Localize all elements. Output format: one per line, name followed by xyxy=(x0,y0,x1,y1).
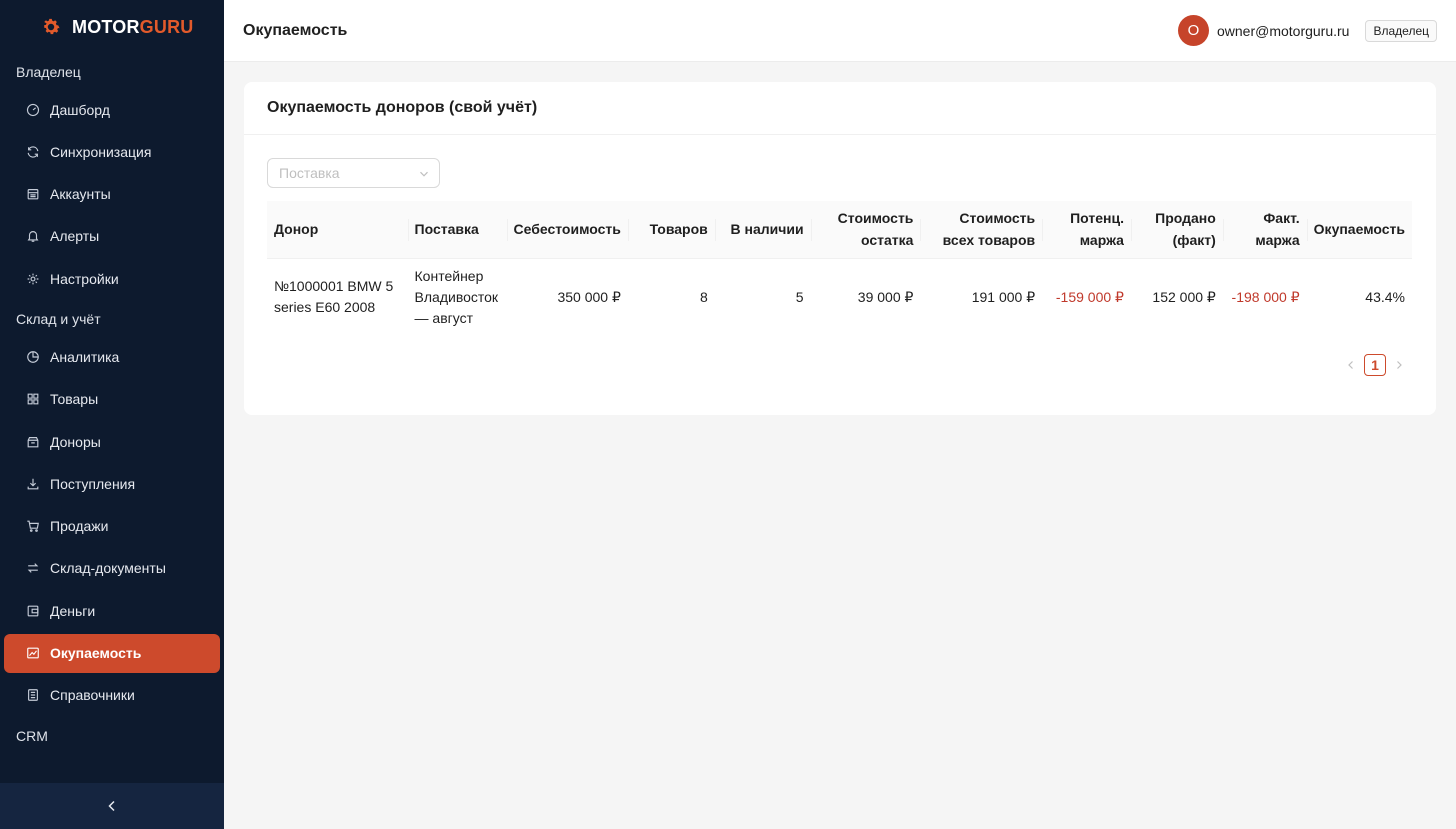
cell-potential-margin: -159 000 ₽ xyxy=(1055,288,1124,305)
sidebar-item-accounts[interactable]: Аккаунты xyxy=(4,175,220,214)
user-email: owner@motorguru.ru xyxy=(1216,22,1350,39)
sidebar-item-references[interactable]: Справочники xyxy=(4,676,220,715)
accounts-icon xyxy=(27,189,39,200)
table-header-row: Донор Поставка Себестоимость Товаров В н… xyxy=(267,201,1412,259)
sidebar-item-dashboard[interactable]: Дашборд xyxy=(4,90,220,129)
supply-filter-select[interactable]: Поставка xyxy=(267,158,440,188)
section-owner: Владелец xyxy=(16,64,81,80)
dashboard-icon xyxy=(26,103,40,116)
supply-filter-placeholder: Поставка xyxy=(279,165,340,181)
user-menu[interactable]: O owner@motorguru.ru Владелец xyxy=(1177,15,1437,46)
payback-table: Донор Поставка Себестоимость Товаров В н… xyxy=(267,201,1412,336)
sidebar-item-sync[interactable]: Синхронизация xyxy=(4,132,220,171)
col-fact-margin[interactable]: Факт. маржа xyxy=(1222,201,1307,259)
sidebar-item-sales[interactable]: Продажи xyxy=(4,507,220,546)
grid-icon xyxy=(27,393,39,405)
cart-icon xyxy=(27,520,39,533)
card-title: Окупаемость доноров (свой учёт) xyxy=(244,82,1436,135)
col-supply[interactable]: Поставка xyxy=(407,201,507,259)
col-stock-value[interactable]: Стоимость остатка xyxy=(810,201,921,259)
sidebar-item-products[interactable]: Товары xyxy=(4,380,220,419)
payback-card: Окупаемость доноров (свой учёт) Поставка… xyxy=(244,82,1436,415)
chevron-left-icon xyxy=(108,800,115,812)
cell-items: 8 xyxy=(699,288,708,305)
cell-supply: Контейнер Владивосток — август xyxy=(414,267,499,326)
col-potential-margin[interactable]: Потенц. маржа xyxy=(1042,201,1131,259)
section-crm: CRM xyxy=(16,728,48,745)
sidebar-item-settings[interactable]: Настройки xyxy=(4,259,220,298)
sidebar-item-payback[interactable]: Окупаемость xyxy=(4,633,220,673)
cell-sold: 152 000 ₽ xyxy=(1152,288,1216,305)
col-donor[interactable]: Донор xyxy=(267,201,408,259)
logo-text: MOTORGURU xyxy=(72,16,194,37)
wallet-icon xyxy=(27,605,39,617)
sidebar-item-warehouse-docs[interactable]: Склад-документы xyxy=(4,549,220,588)
col-items[interactable]: Товаров xyxy=(627,201,715,259)
download-icon xyxy=(27,478,39,490)
cell-in-stock: 5 xyxy=(795,288,804,305)
bell-icon xyxy=(27,231,39,243)
col-payback[interactable]: Окупаемость xyxy=(1306,201,1412,259)
col-in-stock[interactable]: В наличии xyxy=(714,201,811,259)
avatar[interactable]: O xyxy=(1177,15,1209,46)
cell-all-value: 191 000 ₽ xyxy=(971,288,1036,305)
cell-stock-value: 39 000 ₽ xyxy=(857,288,914,305)
sidebar: MOTORGURU Владелец Дашборд Синхронизация… xyxy=(0,0,224,829)
gear-icon xyxy=(27,273,39,285)
role-badge: Владелец xyxy=(1365,19,1437,42)
book-icon xyxy=(28,689,38,702)
chevron-down-icon xyxy=(420,171,428,177)
pagination: 1 xyxy=(1346,354,1404,376)
box-icon xyxy=(27,436,39,447)
cell-fact-margin: -198 000 ₽ xyxy=(1231,288,1300,305)
sidebar-item-analytics[interactable]: Аналитика xyxy=(4,337,220,376)
sidebar-item-receipts[interactable]: Поступления xyxy=(4,464,220,503)
sidebar-collapse-button[interactable] xyxy=(0,783,224,829)
top-header: Окупаемость O owner@motorguru.ru Владеле… xyxy=(224,0,1456,62)
col-sold[interactable]: Продано (факт) xyxy=(1130,201,1223,259)
logo[interactable]: MOTORGURU xyxy=(0,0,224,54)
page-button-current[interactable]: 1 xyxy=(1364,354,1386,376)
cell-donor: №1000001 BMW 5 series E60 2008 xyxy=(274,278,394,316)
swap-icon xyxy=(27,563,39,574)
sidebar-item-donors[interactable]: Доноры xyxy=(4,422,220,461)
chevron-left-icon[interactable] xyxy=(1346,360,1356,370)
chevron-right-icon[interactable] xyxy=(1394,360,1404,370)
cell-payback: 43.4% xyxy=(1365,288,1405,305)
sidebar-nav: Владелец Дашборд Синхронизация Аккаунты … xyxy=(0,54,224,783)
sidebar-item-money[interactable]: Деньги xyxy=(4,591,220,630)
col-all-value[interactable]: Стоимость всех товаров xyxy=(920,201,1043,259)
section-warehouse: Склад и учёт xyxy=(16,311,101,328)
cell-cost: 350 000 ₽ xyxy=(557,288,621,305)
col-cost[interactable]: Себестоимость xyxy=(506,201,628,259)
page-title: Окупаемость xyxy=(243,21,348,39)
pie-chart-icon xyxy=(27,351,39,363)
line-chart-icon xyxy=(27,647,39,659)
sync-icon xyxy=(27,146,39,158)
gear-logo-icon xyxy=(44,18,60,35)
table-row[interactable]: №1000001 BMW 5 series E60 2008 Контейнер… xyxy=(267,258,1412,336)
sidebar-item-alerts[interactable]: Алерты xyxy=(4,217,220,256)
